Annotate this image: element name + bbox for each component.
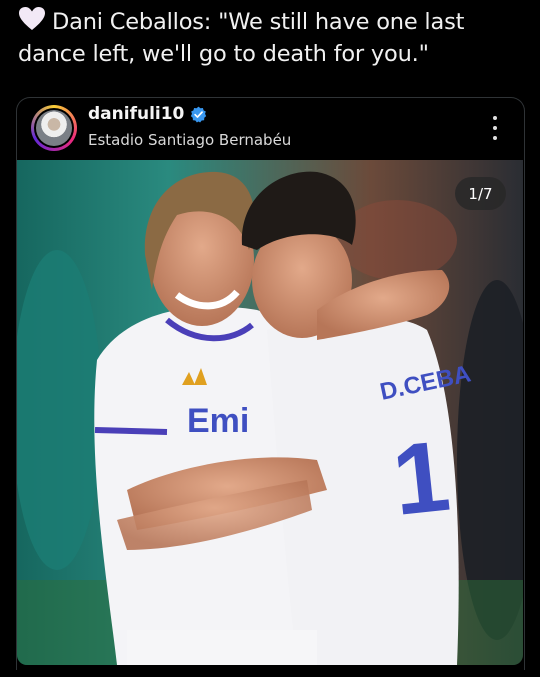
post-photo[interactable]: Emi D.CEBA 1	[17, 160, 523, 665]
jersey-number-text: 1	[388, 420, 455, 537]
more-options-icon[interactable]	[489, 116, 501, 140]
verified-badge-icon	[191, 106, 207, 122]
heart-icon	[19, 7, 45, 30]
avatar[interactable]	[31, 105, 77, 151]
post-username-row[interactable]: danifuli10	[88, 104, 207, 124]
post-location[interactable]: Estadio Santiago Bernabéu	[88, 131, 291, 149]
avatar-photo	[36, 110, 72, 146]
post-username[interactable]: danifuli10	[88, 104, 184, 124]
tweet-text-block: Dani Ceballos: "We still have one last d…	[18, 6, 523, 70]
tweet-text: Dani Ceballos: "We still have one last d…	[18, 9, 465, 67]
image-counter-badge: 1/7	[455, 177, 506, 210]
jersey-front-text: Emi	[187, 402, 249, 440]
photo-illustration: Emi D.CEBA 1	[17, 160, 523, 665]
